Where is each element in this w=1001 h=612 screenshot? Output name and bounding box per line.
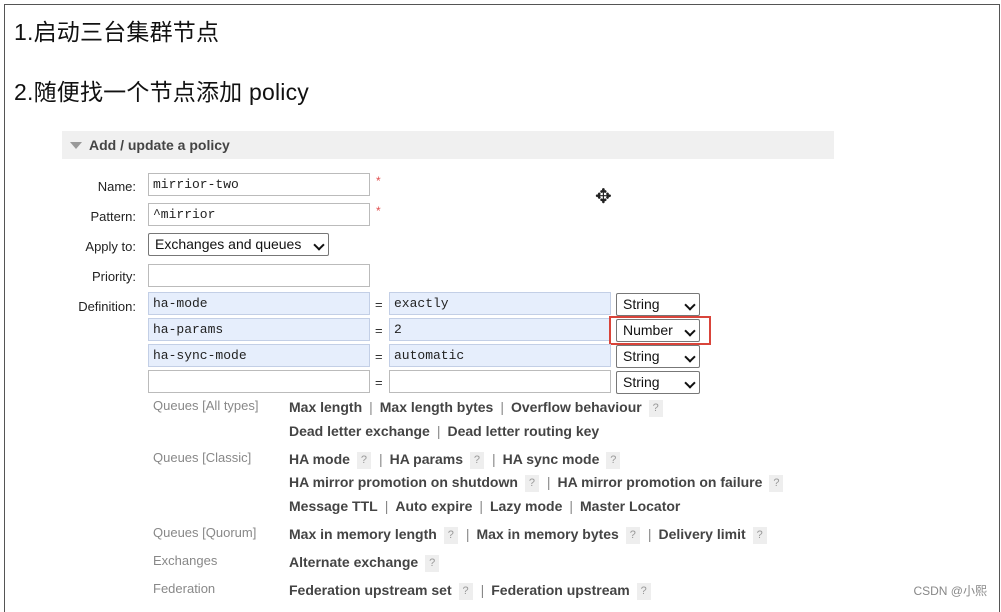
definition-key-input[interactable]: ha-mode xyxy=(148,292,370,315)
separator: | xyxy=(647,526,652,542)
help-line: Max in memory length? | Max in memory byte… xyxy=(289,526,768,544)
category-federation: Federation xyxy=(153,581,216,596)
definition-type-value: String xyxy=(623,296,660,312)
help-question-icon[interactable]: ? xyxy=(606,452,621,469)
help-link-dead-letter-routing-key[interactable]: Dead letter routing key xyxy=(447,423,599,439)
help-question-icon[interactable]: ? xyxy=(469,452,484,469)
policy-panel-header[interactable]: Add / update a policy xyxy=(62,131,834,159)
pattern-input[interactable]: ^mirrior xyxy=(148,203,370,226)
apply-to-value: Exchanges and queues xyxy=(155,236,302,252)
help-link-delivery-limit[interactable]: Delivery limit xyxy=(658,526,745,542)
policy-panel-title: Add / update a policy xyxy=(89,137,230,153)
category-queues-quorum: Queues [Quorum] xyxy=(153,525,257,540)
definition-value-input[interactable] xyxy=(389,370,611,393)
help-link-max-in-memory-length[interactable]: Max in memory length xyxy=(289,526,437,542)
help-link-ha-mode[interactable]: HA mode xyxy=(289,451,350,467)
separator: | xyxy=(384,498,389,514)
move-cursor-icon: ✥ xyxy=(595,186,612,208)
name-label: Name: xyxy=(97,179,136,194)
separator: | xyxy=(569,498,573,514)
help-link-ha-promotion-failure[interactable]: HA mirror promotion on failure xyxy=(558,474,763,490)
help-line: Federation upstream set? | Federation upst… xyxy=(289,582,652,600)
help-link-lazy-mode[interactable]: Lazy mode xyxy=(490,498,562,514)
help-link-ha-sync-mode[interactable]: HA sync mode xyxy=(503,451,600,467)
help-link-max-in-memory-bytes[interactable]: Max in memory bytes xyxy=(476,526,618,542)
step-1-heading: 1.启动三台集群节点 xyxy=(14,19,220,45)
separator: | xyxy=(491,451,496,467)
help-question-icon[interactable]: ? xyxy=(458,583,473,600)
help-question-icon[interactable]: ? xyxy=(524,475,539,492)
help-link-federation-upstream-set[interactable]: Federation upstream set xyxy=(289,582,452,598)
equals-sign: = xyxy=(375,349,383,364)
help-line: HA mirror promotion on shutdown? | HA mirr… xyxy=(289,474,784,492)
chevron-down-icon xyxy=(684,299,696,311)
definition-value-input[interactable]: automatic xyxy=(389,344,611,367)
definition-type-select[interactable]: String xyxy=(616,345,700,368)
help-link-federation-upstream[interactable]: Federation upstream xyxy=(491,582,629,598)
help-line: Alternate exchange? xyxy=(289,554,440,572)
help-question-icon[interactable]: ? xyxy=(769,475,784,492)
definition-type-select[interactable]: String xyxy=(616,293,700,316)
definition-type-select[interactable]: String xyxy=(616,371,700,394)
separator: | xyxy=(546,474,551,490)
help-link-dead-letter-exchange[interactable]: Dead letter exchange xyxy=(289,423,430,439)
definition-value-input[interactable]: exactly xyxy=(389,292,611,315)
help-line: HA mode? | HA params? | HA sync mode? xyxy=(289,451,621,469)
separator: | xyxy=(369,399,373,415)
highlight-box xyxy=(609,316,711,345)
help-link-max-length-bytes[interactable]: Max length bytes xyxy=(380,399,494,415)
help-question-icon[interactable]: ? xyxy=(443,527,458,544)
help-question-icon[interactable]: ? xyxy=(648,400,663,417)
separator: | xyxy=(378,451,383,467)
help-question-icon[interactable]: ? xyxy=(625,527,640,544)
priority-input[interactable] xyxy=(148,264,370,287)
help-line: Message TTL | Auto expire | Lazy mode | Master… xyxy=(289,498,680,514)
help-line: Dead letter exchange | Dead letter routing… xyxy=(289,423,599,439)
watermark: CSDN @小熙 xyxy=(913,584,987,598)
definition-value-input[interactable]: 2 xyxy=(389,318,611,341)
chevron-down-icon xyxy=(684,351,696,363)
definition-key-input[interactable] xyxy=(148,370,370,393)
equals-sign: = xyxy=(375,323,383,338)
definition-type-value: String xyxy=(623,348,660,364)
help-link-master-locator[interactable]: Master Locator xyxy=(580,498,680,514)
help-question-icon[interactable]: ? xyxy=(752,527,767,544)
help-link-max-length[interactable]: Max length xyxy=(289,399,362,415)
help-link-auto-expire[interactable]: Auto expire xyxy=(395,498,472,514)
collapse-triangle-icon[interactable] xyxy=(70,142,82,149)
help-line: Max length | Max length bytes | Overflow beh… xyxy=(289,399,664,417)
equals-sign: = xyxy=(375,297,383,312)
separator: | xyxy=(500,399,504,415)
help-link-ha-promotion-shutdown[interactable]: HA mirror promotion on shutdown xyxy=(289,474,518,490)
definition-key-input[interactable]: ha-params xyxy=(148,318,370,341)
separator: | xyxy=(480,582,485,598)
help-link-overflow[interactable]: Overflow behaviour xyxy=(511,399,642,415)
separator: | xyxy=(479,498,483,514)
apply-to-label: Apply to: xyxy=(85,239,136,254)
category-queues-classic: Queues [Classic] xyxy=(153,450,252,465)
chevron-down-icon xyxy=(313,239,325,251)
separator: | xyxy=(436,423,441,439)
help-link-alternate-exchange[interactable]: Alternate exchange xyxy=(289,554,418,570)
name-required-mark: * xyxy=(376,174,381,188)
chevron-down-icon xyxy=(684,377,696,389)
apply-to-select[interactable]: Exchanges and queues xyxy=(148,233,329,256)
pattern-required-mark: * xyxy=(376,204,381,218)
category-queues-all: Queues [All types] xyxy=(153,398,259,413)
help-link-message-ttl[interactable]: Message TTL xyxy=(289,498,378,514)
definition-label: Definition: xyxy=(78,299,136,314)
definition-type-value: String xyxy=(623,374,660,390)
priority-label: Priority: xyxy=(91,269,136,284)
separator: | xyxy=(465,526,470,542)
step-2-heading: 2.随便找一个节点添加 policy xyxy=(14,79,309,105)
pattern-label: Pattern: xyxy=(90,209,136,224)
help-link-ha-params[interactable]: HA params xyxy=(390,451,463,467)
help-question-icon[interactable]: ? xyxy=(425,555,440,572)
help-question-icon[interactable]: ? xyxy=(356,452,371,469)
category-exchanges: Exchanges xyxy=(153,553,218,568)
definition-key-input[interactable]: ha-sync-mode xyxy=(148,344,370,367)
equals-sign: = xyxy=(375,375,383,390)
name-input[interactable]: mirrior-two xyxy=(148,173,370,196)
help-question-icon[interactable]: ? xyxy=(636,583,651,600)
